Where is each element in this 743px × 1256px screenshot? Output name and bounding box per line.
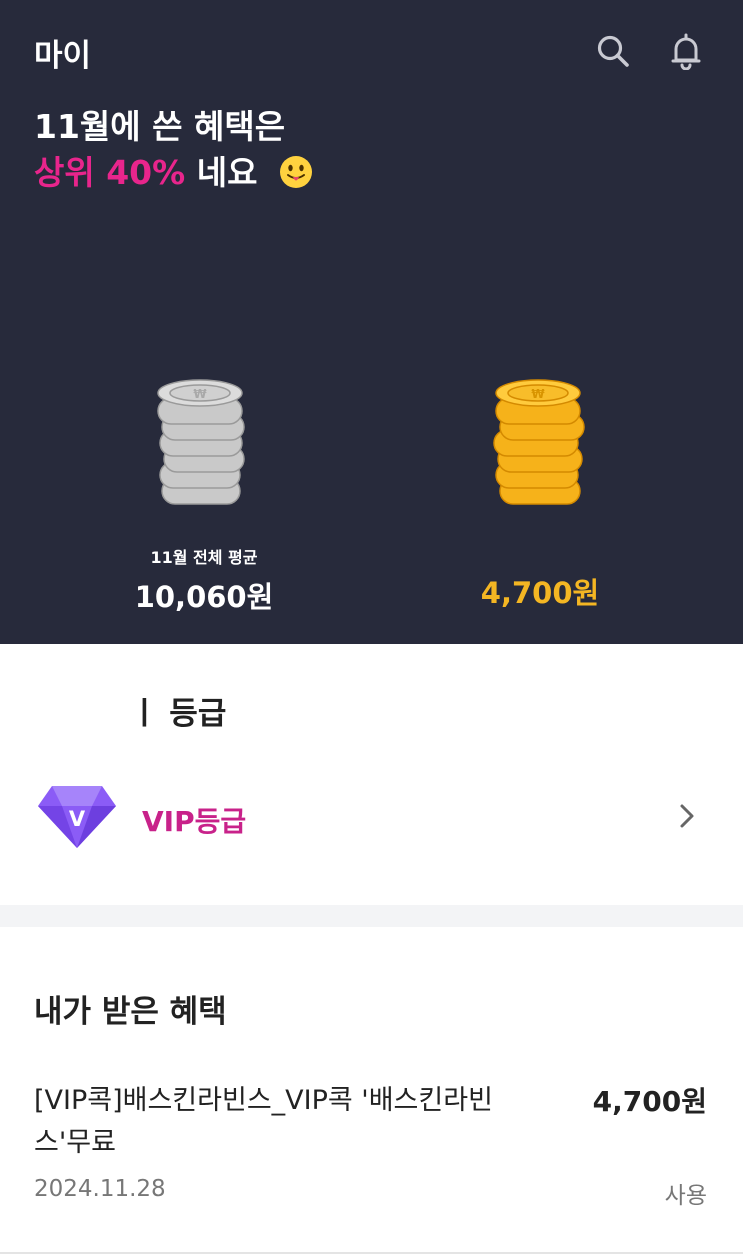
- diamond-icon: V: [38, 786, 116, 848]
- smiling-face-with-tongue-icon: [279, 155, 312, 188]
- benefits-section-title: 내가 받은 혜택: [34, 994, 227, 1030]
- grade-name: VIP등급: [142, 805, 247, 838]
- svg-text:₩: ₩: [193, 387, 207, 401]
- list-divider: [0, 1252, 743, 1254]
- grade-section-title: ㅣ 등급: [130, 696, 227, 732]
- search-icon: [597, 35, 629, 67]
- benefit-name: [VIP콕]배스킨라빈스_VIP콕 '배스킨라빈스'무료: [34, 1085, 493, 1158]
- my-value: 4,700원: [480, 576, 600, 610]
- benefit-date: 2024.11.28: [34, 1176, 166, 1202]
- benefit-status: 사용: [664, 1183, 707, 1209]
- page-title: 마이: [34, 38, 92, 74]
- notification-button[interactable]: [663, 28, 709, 74]
- headline-suffix: 네요: [196, 153, 258, 192]
- stats-hero: 마이 11월에 쓴 혜택은 상위 40% 네요 ₩ 11월 전체 평균 10,0…: [0, 0, 743, 644]
- search-button[interactable]: [590, 28, 636, 74]
- grade-badge-letter: V: [69, 807, 86, 831]
- gold-coin-stack-icon: ₩: [493, 379, 585, 505]
- svg-text:₩: ₩: [531, 387, 545, 401]
- section-divider: [0, 905, 743, 927]
- average-value: 10,060원: [134, 580, 274, 614]
- bell-icon: [671, 33, 701, 70]
- silver-coin-stack-icon: ₩: [157, 379, 245, 505]
- average-comparison: ₩ 11월 전체 평균 10,060원: [94, 376, 314, 616]
- chevron-right-icon: [680, 804, 694, 828]
- benefit-amount: 4,700원: [592, 1085, 707, 1118]
- headline-line2: 상위 40% 네요: [34, 150, 313, 196]
- ranking-percentile: 상위 40%: [34, 153, 186, 192]
- benefit-ranking-headline: 11월에 쓴 혜택은 상위 40% 네요: [34, 104, 313, 196]
- headline-line1: 11월에 쓴 혜택은: [34, 107, 286, 146]
- average-label: 11월 전체 평균: [150, 548, 258, 567]
- grade-row[interactable]: V VIP등급: [0, 772, 743, 864]
- my-comparison: ₩ 4,700원: [430, 376, 650, 612]
